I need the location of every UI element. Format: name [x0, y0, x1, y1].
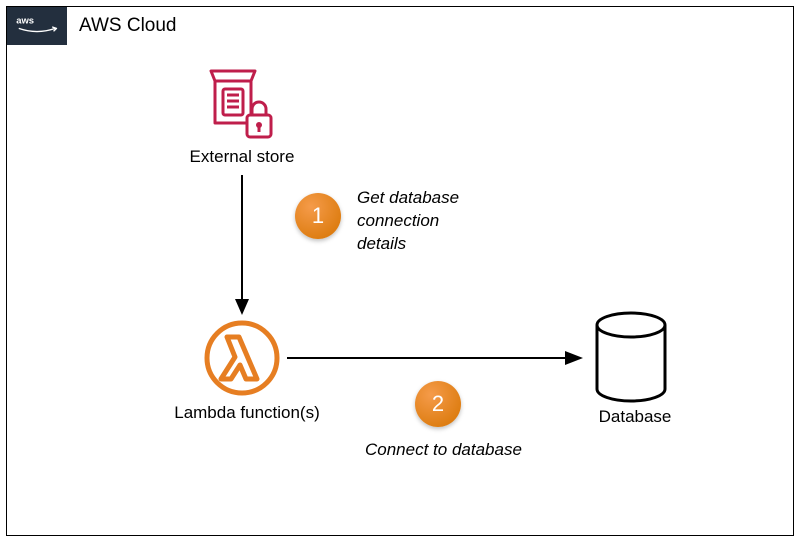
arrow-store-to-lambda	[235, 175, 249, 315]
arrow-lambda-to-database	[287, 351, 583, 365]
svg-text:aws: aws	[16, 14, 34, 25]
external-store-label: External store	[167, 147, 317, 167]
step-1-text: Get database connection details	[357, 187, 459, 256]
aws-logo-icon: aws	[15, 12, 59, 41]
cloud-boundary: aws AWS Cloud	[6, 6, 794, 536]
external-store-icon	[197, 65, 281, 143]
database-icon	[592, 311, 670, 403]
step-1-badge: 1	[295, 193, 341, 239]
step-2-badge: 2	[415, 381, 461, 427]
lambda-icon	[203, 319, 281, 397]
lambda-label: Lambda function(s)	[157, 403, 337, 423]
step-1-number: 1	[312, 203, 324, 229]
step-2-number: 2	[432, 391, 444, 417]
aws-logo-box: aws	[7, 7, 67, 45]
database-label: Database	[565, 407, 705, 427]
cloud-title: AWS Cloud	[79, 15, 177, 37]
step-2-text: Connect to database	[365, 439, 522, 462]
